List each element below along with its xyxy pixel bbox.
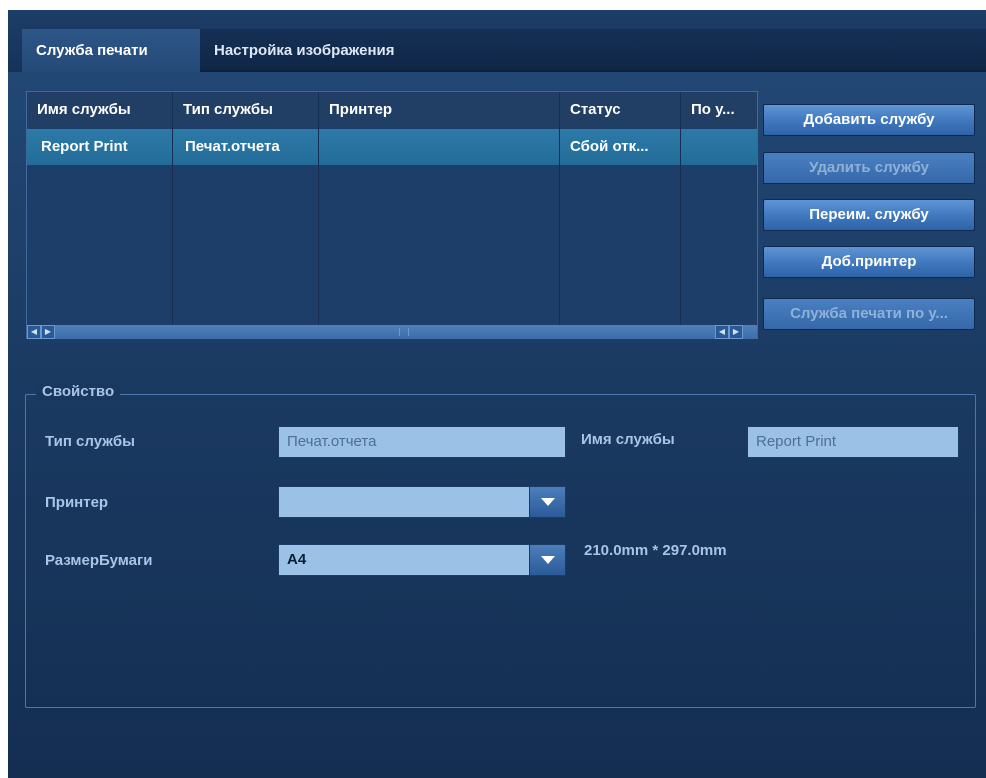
- scroll-left-arrow-icon[interactable]: ◀: [715, 325, 729, 339]
- tab-image-settings[interactable]: Настройка изображения: [200, 29, 986, 72]
- printer-dropdown-button[interactable]: [529, 487, 565, 517]
- scroll-left-arrow-icon[interactable]: ◀: [27, 325, 41, 339]
- service-name-field[interactable]: Report Print: [747, 426, 959, 458]
- column-header-status[interactable]: Статус: [560, 92, 680, 128]
- cell-status: Сбой отк...: [570, 138, 649, 155]
- chevron-down-icon: [541, 498, 555, 506]
- rename-service-button[interactable]: Переим. службу: [763, 199, 975, 231]
- horizontal-scrollbar[interactable]: ◀ ▶ ◀ ▶: [27, 325, 757, 339]
- paper-size-dropdown-button[interactable]: [529, 545, 565, 575]
- add-service-button[interactable]: Добавить службу: [763, 104, 975, 136]
- column-header-printer[interactable]: Принтер: [319, 92, 559, 128]
- printer-dropdown[interactable]: [278, 486, 566, 518]
- add-printer-button[interactable]: Доб.принтер: [763, 246, 975, 278]
- paper-size-label: РазмерБумаги: [45, 552, 153, 569]
- delete-service-button[interactable]: Удалить службу: [763, 152, 975, 184]
- cell-printer: [319, 129, 559, 165]
- column-divider: [559, 92, 560, 325]
- cell-service-type: Печат.отчета: [185, 138, 280, 155]
- column-header-service-type[interactable]: Тип службы: [173, 92, 318, 128]
- tab-print-service[interactable]: Служба печати: [22, 29, 200, 72]
- paper-dimensions-text: 210.0mm * 297.0mm: [584, 542, 727, 559]
- tab-divider: [200, 70, 986, 72]
- printer-label: Принтер: [45, 494, 109, 511]
- column-divider: [680, 92, 681, 325]
- scroll-right-arrow-icon[interactable]: ▶: [41, 325, 55, 339]
- scrollbar-grip[interactable]: [399, 328, 409, 336]
- service-name-label: Имя службы: [581, 431, 675, 448]
- scroll-right-arrow-icon[interactable]: ▶: [729, 325, 743, 339]
- column-divider: [318, 92, 319, 325]
- default-print-service-button[interactable]: Служба печати по у...: [763, 298, 975, 330]
- cell-default: [681, 129, 757, 165]
- cell-service-name: Report Print: [41, 138, 128, 155]
- table-header: Имя службы Тип службы Принтер Статус По …: [27, 92, 757, 128]
- service-type-field[interactable]: Печат.отчета: [278, 426, 566, 458]
- tab-bar: Служба печати Настройка изображения: [8, 10, 986, 72]
- paper-size-value: A4: [287, 551, 307, 568]
- column-divider: [172, 92, 173, 325]
- chevron-down-icon: [541, 556, 555, 564]
- column-header-default[interactable]: По у...: [681, 92, 757, 128]
- properties-title: Свойство: [36, 383, 121, 400]
- column-header-service-name[interactable]: Имя службы: [27, 92, 172, 128]
- service-type-label: Тип службы: [45, 433, 135, 450]
- print-settings-window: Служба печати Настройка изображения Имя …: [8, 10, 986, 778]
- table-row[interactable]: Report Print Печат.отчета Сбой отк...: [27, 129, 757, 165]
- paper-size-dropdown[interactable]: A4: [278, 544, 566, 576]
- service-table: Имя службы Тип службы Принтер Статус По …: [26, 91, 758, 339]
